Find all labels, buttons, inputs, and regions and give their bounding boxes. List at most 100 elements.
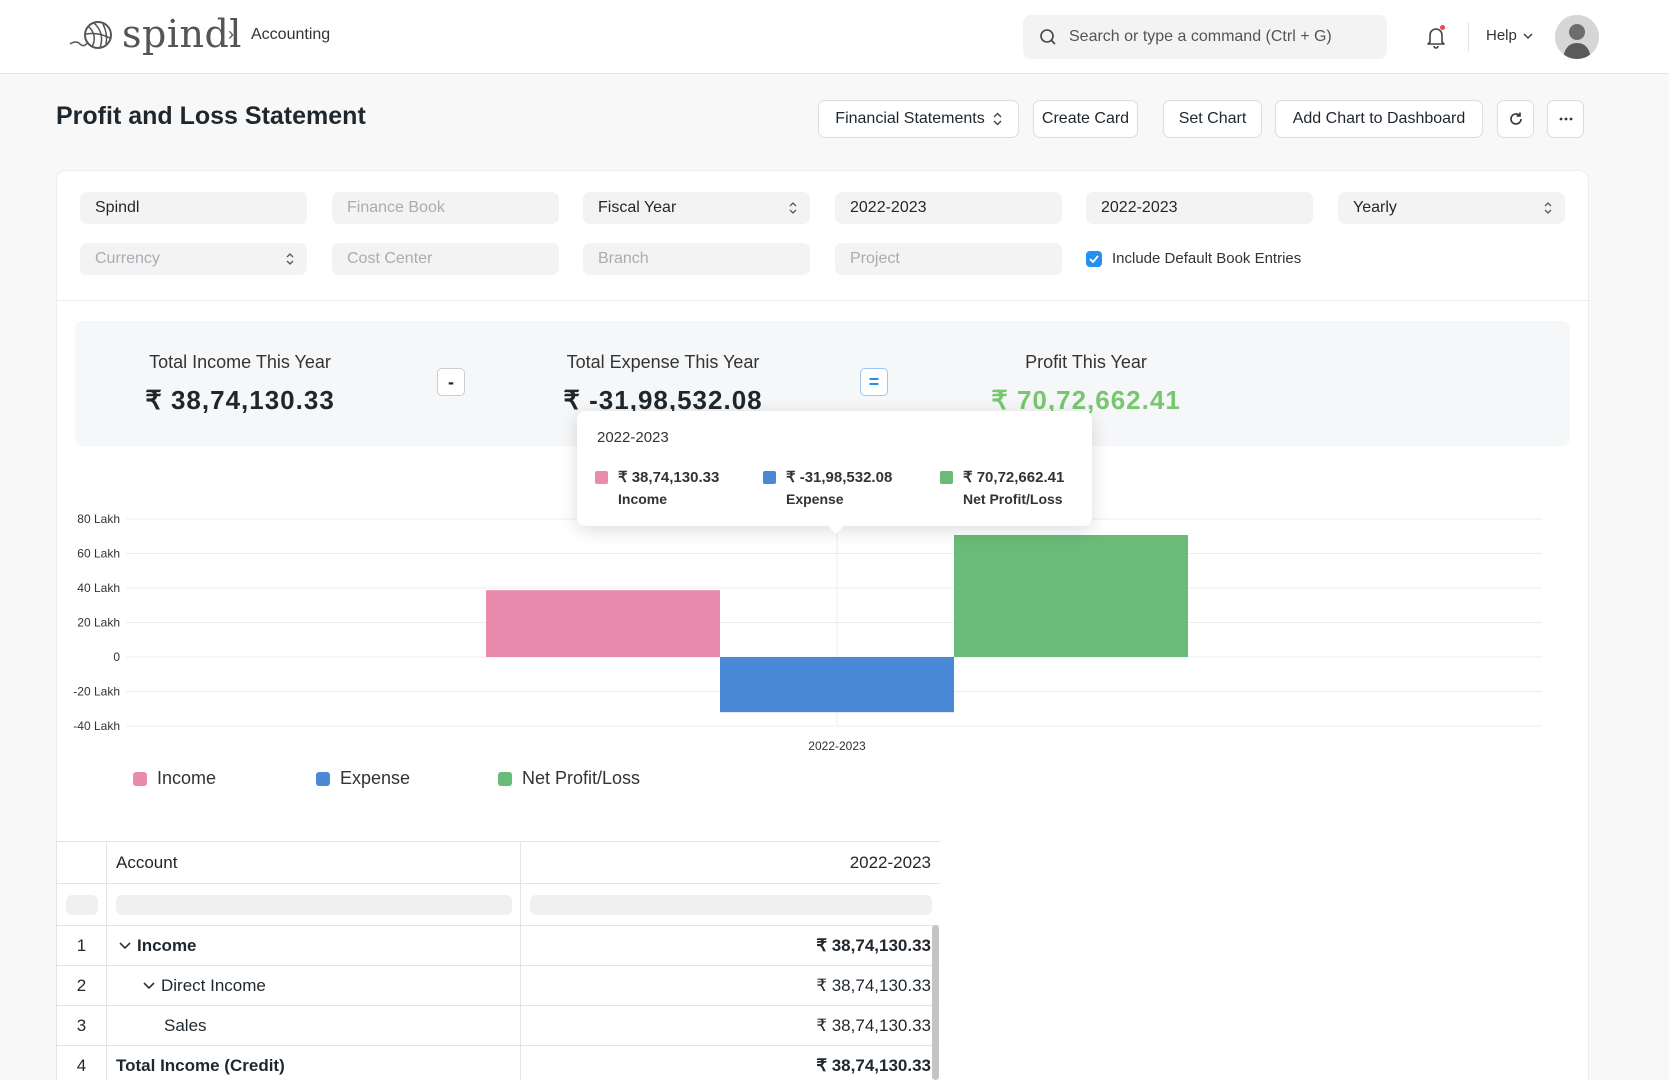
total-expense-label: Total Expense This Year xyxy=(566,352,760,372)
profit-loss-chart: 80 Lakh 60 Lakh 40 Lakh 20 Lakh 0 -20 Lakh -40… xyxy=(73,512,1542,753)
chevron-down-icon[interactable] xyxy=(143,981,155,990)
periodicity-select[interactable]: Yearly xyxy=(1338,192,1565,224)
yarn-ball-icon xyxy=(69,21,112,49)
tooltip-title: 2022-2023 xyxy=(597,429,669,446)
check-icon xyxy=(1089,254,1099,263)
tooltip-net-profit: ₹ 70,72,662.41 Net Profit/Loss xyxy=(940,468,1064,507)
bar-net-profit-loss xyxy=(954,534,1188,657)
notification-dot xyxy=(1440,25,1445,30)
finance-book-placeholder: Finance Book xyxy=(347,199,445,216)
sort-arrows-icon xyxy=(993,112,1002,126)
avatar[interactable] xyxy=(1555,15,1599,59)
search-bar[interactable]: Search or type a command (Ctrl + G) xyxy=(1023,15,1387,59)
set-chart-button[interactable]: Set Chart xyxy=(1163,100,1262,138)
filter-based-on-select[interactable]: Fiscal Year xyxy=(583,192,810,224)
table-row[interactable]: 4 Total Income (Credit) ₹ 38,74,130.33 xyxy=(57,1046,940,1080)
cost-center-filter[interactable]: Cost Center xyxy=(332,243,559,275)
branch-filter[interactable]: Branch xyxy=(583,243,810,275)
legend-net-profit: Net Profit/Loss xyxy=(498,768,640,789)
currency-select[interactable]: Currency xyxy=(80,243,307,275)
amount-cell: ₹ 38,74,130.33 xyxy=(521,926,940,965)
total-expense-summary: Total Expense This Year ₹ -31,98,532.08 xyxy=(533,352,793,416)
navbar: spindl › Accounting Search or type a com… xyxy=(0,0,1669,74)
search-placeholder: Search or type a command (Ctrl + G) xyxy=(1069,28,1332,45)
page-title: Profit and Loss Statement xyxy=(56,102,366,130)
tooltip-income: ₹ 38,74,130.33 Income xyxy=(595,468,719,507)
app-logo[interactable]: spindl xyxy=(68,12,242,56)
bar-income xyxy=(486,590,720,657)
account-column-header[interactable]: Account xyxy=(107,842,521,883)
account-name: Total Income (Credit) xyxy=(116,1055,285,1075)
income-swatch xyxy=(133,771,147,786)
account-cell: Sales xyxy=(107,1006,521,1045)
more-dots-icon xyxy=(1559,117,1572,121)
y-tick-label: 60 Lakh xyxy=(77,547,120,561)
row-number: 3 xyxy=(57,1006,107,1045)
table-scrollbar[interactable] xyxy=(932,925,939,1080)
chevron-down-icon[interactable] xyxy=(119,941,131,950)
chevron-down-icon xyxy=(1523,32,1533,39)
row-number: 2 xyxy=(57,966,107,1005)
navbar-divider xyxy=(1468,22,1469,52)
to-fiscal-year-filter[interactable]: 2022-2023 xyxy=(1086,192,1313,224)
profit-label: Profit This Year xyxy=(1025,352,1147,372)
refresh-icon xyxy=(1509,112,1522,125)
table-row[interactable]: 1 Income ₹ 38,74,130.33 xyxy=(57,926,940,966)
help-dropdown[interactable]: Help xyxy=(1486,27,1533,44)
y-tick-label: -40 Lakh xyxy=(73,719,120,733)
to-fiscal-year-value: 2022-2023 xyxy=(1101,199,1178,216)
period-column-header[interactable]: 2022-2023 xyxy=(521,842,940,883)
period-filter-input[interactable] xyxy=(530,894,932,915)
company-filter[interactable]: Spindl xyxy=(80,192,307,224)
help-label: Help xyxy=(1486,27,1517,44)
total-income-label: Total Income This Year xyxy=(149,352,331,372)
from-fiscal-year-filter[interactable]: 2022-2023 xyxy=(835,192,1062,224)
legend-income: Income xyxy=(133,768,216,789)
currency-placeholder: Currency xyxy=(95,250,160,267)
tooltip-income-name: Income xyxy=(618,491,668,507)
amount-cell: ₹ 38,74,130.33 xyxy=(521,966,940,1005)
y-tick-label: -20 Lakh xyxy=(73,685,120,699)
breadcrumb-accounting[interactable]: Accounting xyxy=(251,26,330,44)
tooltip-income-swatch xyxy=(595,471,608,484)
tooltip-income-value: ₹ 38,74,130.33 xyxy=(618,469,720,486)
amount-cell: ₹ 38,74,130.33 xyxy=(521,1006,940,1045)
total-income-value: ₹ 38,74,130.33 xyxy=(145,385,335,415)
table-row[interactable]: 2 Direct Income ₹ 38,74,130.33 xyxy=(57,966,940,1006)
create-card-button[interactable]: Create Card xyxy=(1033,100,1138,138)
financial-statements-button[interactable]: Financial Statements xyxy=(818,100,1019,138)
legend-expense-label: Expense xyxy=(340,768,411,788)
legend-net-profit-label: Net Profit/Loss xyxy=(522,768,641,788)
checkbox-checked[interactable] xyxy=(1086,250,1102,267)
include-default-book-label: Include Default Book Entries xyxy=(1112,250,1302,267)
more-options-button[interactable] xyxy=(1547,100,1584,138)
from-fiscal-year-value: 2022-2023 xyxy=(850,199,927,216)
tooltip-net-profit-value: ₹ 70,72,662.41 xyxy=(963,469,1065,486)
filter-based-on-value: Fiscal Year xyxy=(598,199,677,216)
table-row[interactable]: 3 Sales ₹ 38,74,130.33 xyxy=(57,1006,940,1046)
tooltip-expense: ₹ -31,98,532.08 Expense xyxy=(763,468,892,507)
total-income-summary: Total Income This Year ₹ 38,74,130.33 xyxy=(130,352,350,416)
logo-text: spindl xyxy=(122,12,242,56)
y-tick-label: 20 Lakh xyxy=(77,616,120,630)
account-filter-input[interactable] xyxy=(116,894,512,915)
row-number-header xyxy=(57,842,107,883)
add-chart-to-dashboard-button[interactable]: Add Chart to Dashboard xyxy=(1275,100,1483,138)
chart-tooltip: 2022-2023 ₹ 38,74,130.33 Income ₹ -31,98… xyxy=(577,411,1092,526)
row-filter-input[interactable] xyxy=(65,894,98,915)
financial-statements-label: Financial Statements xyxy=(835,110,985,127)
finance-book-filter[interactable]: Finance Book xyxy=(332,192,559,224)
include-default-book-checkbox[interactable]: Include Default Book Entries xyxy=(1086,250,1301,267)
chevron-right-icon: › xyxy=(228,24,234,44)
y-tick-label: 40 Lakh xyxy=(77,581,120,595)
amount-cell: ₹ 38,74,130.33 xyxy=(521,1046,940,1080)
legend-income-label: Income xyxy=(157,768,217,788)
refresh-button[interactable] xyxy=(1497,100,1534,138)
account-cell: Income xyxy=(107,926,521,965)
select-arrows-icon xyxy=(1544,202,1552,214)
tooltip-net-profit-swatch xyxy=(940,471,953,484)
expense-swatch xyxy=(316,771,330,786)
y-tick-label: 80 Lakh xyxy=(77,512,120,526)
project-filter[interactable]: Project xyxy=(835,243,1062,275)
tooltip-expense-name: Expense xyxy=(786,491,844,507)
